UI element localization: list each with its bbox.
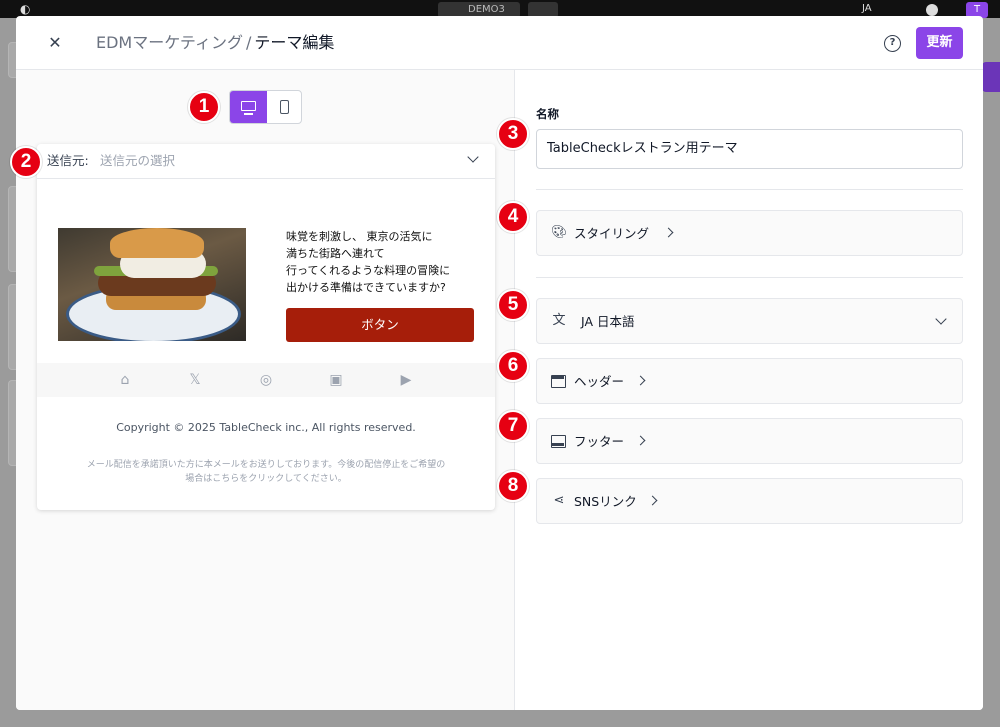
chevron-down-icon xyxy=(467,151,479,163)
header-label: ヘッダー xyxy=(574,374,625,389)
header-bar xyxy=(552,376,564,379)
hero-text-line: 行ってくれるような料理の冒険に xyxy=(286,264,451,277)
home-icon[interactable]: ⌂ xyxy=(116,371,134,389)
annotation-badge-5: 5 xyxy=(497,289,529,321)
annotation-badge-7: 7 xyxy=(497,410,529,442)
settings-pane: 名称 TableCheckレストラン用テーマ 🎨︎ スタイリング 文 JA 日本… xyxy=(516,70,983,710)
hero-text-line: 満ちた街路へ連れて xyxy=(286,247,385,260)
email-preview: 送信元: 送信元の選択 味覚を刺激し、 東京の活気に 満ちた街路へ連れて 行って… xyxy=(37,144,495,510)
background-lang: JA xyxy=(862,3,872,14)
translate-icon: 文 xyxy=(552,313,566,328)
youtube-icon[interactable]: ▶ xyxy=(397,371,415,389)
copyright-text: Copyright © 2025 TableCheck inc., All ri… xyxy=(116,421,416,434)
name-input[interactable]: TableCheckレストラン用テーマ xyxy=(536,129,963,169)
phone-icon xyxy=(280,100,289,114)
help-icon[interactable]: ? xyxy=(884,35,901,52)
annotation-badge-1: 1 xyxy=(188,91,220,123)
header-layout-icon xyxy=(551,375,566,388)
app-logo-icon: ◐ xyxy=(20,2,31,16)
annotation-badge-6: 6 xyxy=(497,350,529,382)
footer-bar xyxy=(552,443,564,446)
social-links: ⌂ 𝕏 ◎ ▣ ▶ xyxy=(37,363,495,397)
sns-section[interactable]: ⋖ SNSリンク xyxy=(536,478,963,524)
sender-label: 送信元: xyxy=(47,153,89,168)
annotation-badge-3: 3 xyxy=(497,118,529,150)
mobile-view-button[interactable] xyxy=(267,91,301,123)
page-title-current: テーマ編集 xyxy=(254,33,335,52)
breadcrumb[interactable]: EDMマーケティング xyxy=(96,33,243,52)
close-icon[interactable]: ✕ xyxy=(44,32,66,54)
sender-placeholder: 送信元の選択 xyxy=(100,153,176,168)
monitor-icon xyxy=(241,101,256,111)
monitor-stand xyxy=(244,113,253,115)
divider xyxy=(536,189,963,190)
device-toggle xyxy=(229,90,302,124)
annotation-badge-8: 8 xyxy=(497,470,529,502)
background-help-icon xyxy=(926,4,938,16)
palette-icon: 🎨︎ xyxy=(551,225,568,240)
chevron-down-icon xyxy=(935,313,947,325)
header-section[interactable]: ヘッダー xyxy=(536,358,963,404)
unsubscribe-disclaimer: メール配信を承諾頂いた方に本メールをお送りしております。今後の配信停止をご希望の… xyxy=(57,458,475,486)
line-icon[interactable]: ▣ xyxy=(327,371,345,389)
chevron-right-icon xyxy=(635,375,646,386)
disclaimer-line[interactable]: 場合はこちらをクリックしてください。 xyxy=(57,472,475,486)
hero-text-line: 味覚を刺激し、 東京の活気に xyxy=(286,230,433,243)
update-button[interactable]: 更新 xyxy=(916,27,963,59)
modal-header: ✕ EDMマーケティング / テーマ編集 ? 更新 xyxy=(16,16,983,70)
share-icon: ⋖ xyxy=(553,493,565,508)
disclaimer-line: メール配信を承諾頂いた方に本メールをお送りしております。今後の配信停止をご希望の xyxy=(86,460,446,470)
breadcrumb-separator: / xyxy=(245,33,252,52)
language-select[interactable]: 文 JA 日本語 xyxy=(536,298,963,344)
chevron-right-icon xyxy=(635,435,646,446)
bun-top-shape xyxy=(110,228,204,258)
sns-label: SNSリンク xyxy=(574,494,637,509)
footer-section[interactable]: フッター xyxy=(536,418,963,464)
divider xyxy=(536,277,963,278)
desktop-view-button[interactable] xyxy=(230,91,267,123)
background-action-button xyxy=(982,62,1000,92)
sender-select[interactable]: 送信元: 送信元の選択 xyxy=(37,144,495,179)
chevron-right-icon xyxy=(647,495,658,506)
burger-image xyxy=(58,228,246,341)
language-label: JA 日本語 xyxy=(581,314,635,329)
styling-section[interactable]: 🎨︎ スタイリング xyxy=(536,210,963,256)
styling-label: スタイリング xyxy=(574,226,650,241)
annotation-badge-2: 2 xyxy=(10,146,42,178)
preview-pane: 送信元: 送信元の選択 味覚を刺激し、 東京の活気に 満ちた街路へ連れて 行って… xyxy=(16,70,515,710)
cta-button[interactable]: ボタン xyxy=(286,308,474,342)
x-icon[interactable]: 𝕏 xyxy=(186,371,204,389)
footer-label: フッター xyxy=(574,434,625,449)
annotation-badge-4: 4 xyxy=(497,201,529,233)
chevron-right-icon xyxy=(663,227,674,238)
name-label: 名称 xyxy=(536,107,559,121)
page-title: EDMマーケティング / テーマ編集 xyxy=(96,32,334,54)
hero-text-line: 出かける準備はできていますか? xyxy=(286,281,446,294)
footer-layout-icon xyxy=(551,435,566,448)
instagram-icon[interactable]: ◎ xyxy=(257,371,275,389)
hero-text: 味覚を刺激し、 東京の活気に 満ちた街路へ連れて 行ってくれるような料理の冒険に… xyxy=(286,228,476,296)
